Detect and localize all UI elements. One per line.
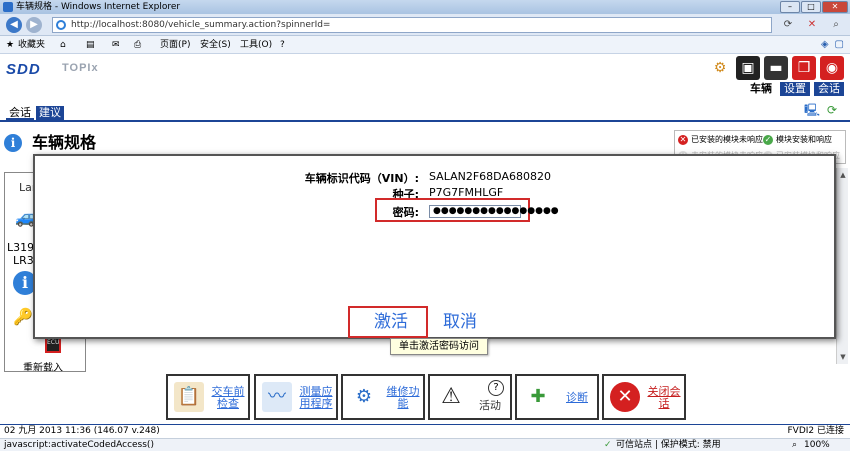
home-icon[interactable]: ⌂ <box>60 36 66 54</box>
question-icon: ? <box>488 380 504 396</box>
button-label: 测量应 用程序 <box>299 385 333 410</box>
browser-status-bar: javascript:activateCodedAccess() ✓ 可信站点 … <box>0 438 850 451</box>
page-menu[interactable]: 页面(P) <box>160 36 190 54</box>
feeds-icon[interactable]: ▤ <box>86 36 95 54</box>
window-title-bar: 车辆规格 - Windows Internet Explorer – □ ✕ <box>0 0 850 14</box>
button-label: 活动 <box>479 399 501 412</box>
cancel-button[interactable]: 取消 <box>443 311 477 333</box>
window-title: 车辆规格 - Windows Internet Explorer <box>16 2 181 12</box>
tab-settings[interactable]: 设置 <box>780 82 810 96</box>
main-nav: 车辆 设置 会话 <box>746 82 844 96</box>
activate-button[interactable]: 激活 <box>374 311 408 333</box>
service-functions-button[interactable]: ⚙ 维修功 能 <box>341 374 425 420</box>
stop-icon[interactable]: ✕ <box>804 17 820 33</box>
activate-tooltip: 单击激活密码访问 <box>390 338 488 355</box>
page-scrollbar[interactable]: ▲ ▼ <box>836 168 848 364</box>
rss-icon[interactable]: ◉ <box>820 56 844 80</box>
minimize-button[interactable]: – <box>780 1 800 13</box>
warning-icon: ⚠ <box>441 384 461 409</box>
pre-delivery-check-button[interactable]: 📋 交车前 检查 <box>166 374 250 420</box>
window-controls: – □ ✕ <box>780 1 848 13</box>
battery-icon[interactable]: ▬ <box>764 56 788 80</box>
error-icon: ✕ <box>678 134 688 145</box>
app-header: SDD TOPIx ⚙ ▣ ▬ ❒ ◉ <box>0 54 850 82</box>
measurement-app-button[interactable]: 〰 测量应 用程序 <box>254 374 338 420</box>
info-tools: 🖳 ⟳ <box>804 102 840 118</box>
status-url: javascript:activateCodedAccess() <box>4 440 154 450</box>
app-status-bar: 02 九月 2013 11:36 (146.07 v.248) FVDI2 已连… <box>0 424 850 438</box>
clipboard-icon: 📋 <box>174 382 204 412</box>
new-tab-icon[interactable]: ▢ <box>835 38 844 52</box>
scroll-down-icon[interactable]: ▼ <box>838 352 848 362</box>
coded-access-dialog: 车辆标识代码（VIN）: SALAN2F68DA680820 种子: P7G7F… <box>33 154 836 339</box>
topix-label: TOPIx <box>62 62 99 74</box>
refresh-icon[interactable]: ⟳ <box>780 17 796 33</box>
password-label: 密码: <box>392 206 419 219</box>
legend-item: ✕ 已安装的模块未响应 <box>678 134 763 145</box>
maximize-button[interactable]: □ <box>801 1 821 13</box>
tab-vehicle[interactable]: 车辆 <box>746 82 776 96</box>
waveform-icon: 〰 <box>262 382 292 412</box>
button-label: 诊断 <box>566 391 588 404</box>
medical-kit-icon: ✚ <box>530 386 546 407</box>
activity-button[interactable]: ⚠ ? 活动 <box>428 374 512 420</box>
help-icon[interactable]: ? <box>280 36 285 54</box>
gears-icon: ⚙ <box>355 386 373 407</box>
favorites-menu[interactable]: 收藏夹 <box>18 36 45 54</box>
info-icon: i <box>4 134 22 152</box>
computer-icon[interactable]: 🖳 <box>804 102 820 118</box>
ie-icon <box>3 2 13 12</box>
connection-status: FVDI2 已连接 <box>787 426 844 436</box>
build-timestamp: 02 九月 2013 11:36 (146.07 v.248) <box>4 426 160 436</box>
page-icon <box>56 20 66 30</box>
address-bar: ◀ ▶ http://localhost:8080/vehicle_summar… <box>0 14 850 36</box>
tab-session[interactable]: 会话 <box>814 82 844 96</box>
password-input[interactable]: ●●●●●●●●●●●●●●●● <box>429 205 559 218</box>
tools-menu[interactable]: 工具(O) <box>240 36 272 54</box>
search-icon[interactable]: ⌕ <box>828 17 844 33</box>
refresh-green-icon[interactable]: ⟳ <box>824 102 840 118</box>
bookmark-icon[interactable]: ❒ <box>792 56 816 80</box>
toolbar-right: ◈ ▢ <box>821 38 844 52</box>
vin-label: 车辆标识代码（VIN）: <box>304 172 419 185</box>
sdd-logo: SDD <box>6 61 41 78</box>
page-title: 车辆规格 <box>32 133 97 152</box>
reload-label[interactable]: 重新载入 <box>23 359 63 371</box>
back-icon[interactable]: ◀ <box>6 17 22 33</box>
address-bar-tools: ⟳ ✕ ⌕ <box>780 17 844 33</box>
subtab-suggestions[interactable]: 建议 <box>36 106 64 120</box>
vci-device-icon[interactable]: ▣ <box>736 56 760 80</box>
action-bar: 📋 交车前 检查 〰 测量应 用程序 ⚙ 维修功 能 ⚠ ? 活动 ✚ 诊断 ✕… <box>0 374 850 422</box>
vin-value: SALAN2F68DA680820 <box>429 170 551 183</box>
subtab-session[interactable]: 会话 <box>6 106 34 120</box>
forward-icon[interactable]: ▶ <box>26 17 42 33</box>
zoom-icon[interactable]: ⌕ <box>792 439 797 451</box>
legend-item: ✓ 模块安装和响应 <box>763 134 832 145</box>
button-label: 维修功 能 <box>386 385 420 410</box>
command-bar: ★ 收藏夹 ⌂ ▤ ✉ ⎙ 页面(P) 安全(S) 工具(O) ? ◈ ▢ <box>0 36 850 54</box>
check-icon: ✓ <box>763 134 773 145</box>
sub-nav: 会话 建议 <box>6 106 64 120</box>
security-zone: 可信站点 | 保护模式: 禁用 <box>616 440 721 450</box>
zoom-level[interactable]: 100% <box>804 439 830 451</box>
favorites-star-icon[interactable]: ★ <box>6 36 14 54</box>
url-field[interactable]: http://localhost:8080/vehicle_summary.ac… <box>52 17 772 33</box>
diagnostics-button[interactable]: ✚ 诊断 <box>515 374 599 420</box>
mail-icon[interactable]: ✉ <box>112 36 120 54</box>
close-session-icon: ✕ <box>610 382 640 412</box>
tab-list-icon[interactable]: ◈ <box>821 38 829 52</box>
key-icon[interactable]: 🔑 <box>13 307 33 326</box>
header-icons: ⚙ ▣ ▬ ❒ ◉ <box>708 56 844 80</box>
safety-menu[interactable]: 安全(S) <box>200 36 231 54</box>
header-divider <box>0 120 850 122</box>
trusted-check-icon: ✓ <box>604 440 612 450</box>
button-label: 关闭会 话 <box>647 385 681 410</box>
gear-icon[interactable]: ⚙ <box>708 56 732 80</box>
scroll-up-icon[interactable]: ▲ <box>838 170 848 180</box>
print-icon[interactable]: ⎙ <box>134 36 141 54</box>
url-text: http://localhost:8080/vehicle_summary.ac… <box>71 20 331 30</box>
button-label: 交车前 检查 <box>211 385 245 410</box>
close-window-button[interactable]: ✕ <box>822 1 848 13</box>
close-session-button[interactable]: ✕ 关闭会 话 <box>602 374 686 420</box>
